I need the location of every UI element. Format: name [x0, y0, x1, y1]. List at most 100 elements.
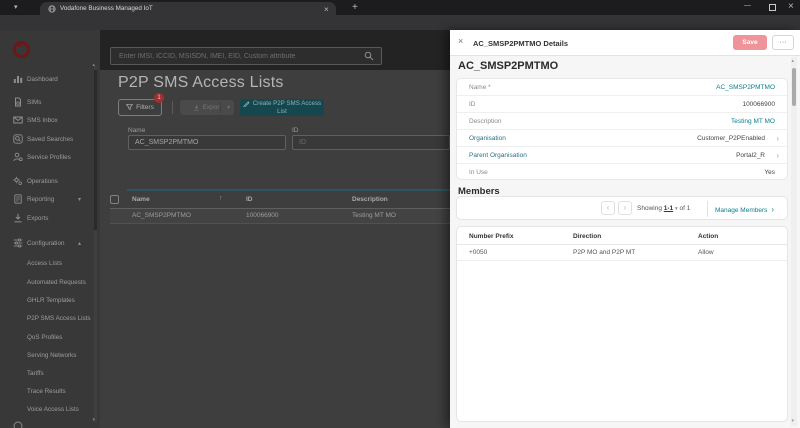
sidebar-scroll-down-icon[interactable]: ▾: [93, 417, 96, 423]
report-doc-icon: [14, 194, 22, 204]
chevron-down-icon: ▾: [226, 105, 230, 111]
field-value-name[interactable]: AC_SMSP2PMTMO: [716, 84, 775, 91]
panel-more-button[interactable]: ···: [772, 35, 794, 50]
page-previous-button[interactable]: ‹: [601, 201, 615, 215]
page-next-button[interactable]: ›: [618, 201, 632, 215]
chevron-right-icon: ›: [771, 205, 775, 214]
sidebar-item-voice-access-lists[interactable]: Voice Access Lists: [0, 403, 94, 417]
sidebar-item-sms-inbox[interactable]: SMS Inbox: [0, 114, 94, 128]
sidebar-item-partial[interactable]: [0, 420, 94, 428]
tab-title: Vodafone Business Managed IoT: [60, 5, 153, 13]
global-search-input[interactable]: [110, 47, 382, 65]
showing-range-dropdown[interactable]: 1-1: [664, 205, 673, 212]
export-button[interactable]: Export ▾: [180, 100, 234, 115]
browser-address-bar: ← ↻ https://iotportal-lob.vodafone.com/I…: [0, 15, 800, 59]
window-minimize-icon[interactable]: —: [744, 2, 751, 9]
showing-text: Showing 1-1 ▾ of 1: [637, 205, 691, 212]
globe-icon: [48, 4, 56, 13]
cell-description: Testing MT MO: [352, 212, 396, 219]
member-cell-action: Allow: [698, 249, 714, 256]
filter-id-label: ID: [292, 127, 299, 134]
chevron-down-icon[interactable]: ▾: [675, 206, 678, 212]
sidebar-scrollbar-thumb[interactable]: [94, 70, 97, 230]
member-header-direction: Direction: [573, 233, 602, 240]
tab-search-chevron-icon[interactable]: ▾: [14, 3, 18, 11]
chevron-right-icon[interactable]: ›: [776, 134, 779, 143]
person-icon: [13, 152, 23, 162]
sidebar-item-trace-results[interactable]: Trace Results: [0, 385, 94, 399]
sidebar-item-configuration[interactable]: Configuration ▴: [0, 237, 94, 251]
toolbar-divider: [707, 201, 708, 217]
sort-ascending-icon[interactable]: ↑: [219, 195, 223, 202]
export-download-icon: [193, 104, 199, 111]
sidebar-item-operations[interactable]: Operations: [0, 175, 94, 189]
pencil-icon: [243, 101, 250, 108]
sidebar-item-exports[interactable]: Exports: [0, 212, 94, 226]
sidebar-item-qos-profiles[interactable]: QoS Profiles: [0, 331, 94, 345]
panel-close-icon[interactable]: ×: [458, 36, 463, 46]
member-row-border: [457, 260, 787, 261]
sidebar-item-p2p-sms-access-lists[interactable]: P2P SMS Access Lists: [0, 312, 94, 326]
create-p2p-sms-access-list-button[interactable]: Create P2P SMS Access List: [240, 99, 324, 116]
field-row-description: Description Testing MT MO: [457, 113, 787, 130]
panel-scroll-down-icon[interactable]: ▾: [792, 418, 795, 424]
field-value-description[interactable]: Testing MT MO: [731, 118, 775, 125]
dashboard-icon: [13, 76, 23, 83]
sliders-icon: [13, 238, 23, 248]
member-header-number-prefix: Number Prefix: [469, 233, 514, 240]
record-heading: AC_SMSP2PMTMO: [458, 60, 559, 72]
gears-icon: [13, 176, 22, 185]
sidebar-item-tariffs[interactable]: Tariffs: [0, 367, 94, 381]
field-row-organisation[interactable]: Organisation Customer_P2PEnabled ›: [457, 130, 787, 147]
table-accent-border: [127, 189, 450, 191]
column-header-id[interactable]: ID: [246, 196, 253, 203]
field-value-organisation: Customer_P2PEnabled: [697, 135, 765, 142]
sidebar-item-automated-requests[interactable]: Automated Requests: [0, 276, 94, 290]
manage-members-link[interactable]: Manage Members ›: [715, 205, 774, 214]
save-button[interactable]: Save: [733, 35, 767, 50]
toolbar-divider: [172, 101, 173, 114]
filter-id-input[interactable]: [292, 135, 450, 150]
new-tab-icon[interactable]: +: [352, 2, 358, 13]
window-maximize-icon[interactable]: [769, 4, 776, 11]
page-title: P2P SMS Access Lists: [118, 74, 284, 91]
browser-tab[interactable]: Vodafone Business Managed IoT ×: [40, 2, 336, 15]
sidebar: Dashboard SIMs SMS Inbox Saved Searches …: [0, 30, 100, 428]
filter-name-input[interactable]: [128, 135, 286, 150]
sidebar-item-reporting[interactable]: Reporting ▾: [0, 193, 94, 207]
chevron-up-icon: ▴: [78, 240, 82, 247]
members-table: Number Prefix Direction Action +0050 P2P…: [456, 226, 788, 422]
column-header-name[interactable]: Name: [132, 196, 150, 203]
panel-scrollbar-track[interactable]: [791, 57, 797, 426]
window-close-icon[interactable]: ×: [788, 1, 794, 12]
sim-icon: [15, 97, 21, 107]
sidebar-item-service-profiles[interactable]: Service Profiles: [0, 151, 94, 165]
sidebar-item-sims[interactable]: SIMs: [0, 96, 94, 110]
field-row-name: Name * AC_SMSP2PMTMO: [457, 79, 787, 96]
panel-scroll-up-icon[interactable]: ▴: [792, 58, 795, 64]
sidebar-item-dashboard[interactable]: Dashboard: [0, 73, 94, 87]
panel-scrollbar-thumb[interactable]: [792, 68, 796, 106]
sidebar-item-access-lists[interactable]: Access Lists: [0, 257, 94, 271]
sidebar-item-saved-searches[interactable]: Saved Searches: [0, 133, 94, 147]
sidebar-item-serving-networks[interactable]: Serving Networks: [0, 349, 94, 363]
field-value-in-use: Yes: [764, 169, 775, 176]
members-toolbar: ‹ › Showing 1-1 ▾ of 1 Manage Members ›: [456, 196, 788, 220]
download-icon: [14, 213, 22, 223]
funnel-icon: [126, 104, 134, 111]
select-all-checkbox[interactable]: [110, 195, 119, 204]
field-row-parent-organisation[interactable]: Parent Organisation Portal2_R ›: [457, 147, 787, 164]
browser-tab-strip: ▾ Vodafone Business Managed IoT × + — ×: [0, 0, 800, 15]
field-row-id: ID 100066900: [457, 96, 787, 113]
tab-close-icon[interactable]: ×: [324, 5, 329, 14]
column-header-description[interactable]: Description: [352, 196, 388, 203]
chevron-right-icon[interactable]: ›: [776, 151, 779, 160]
sidebar-item-ghlr-templates[interactable]: GHLR Templates: [0, 294, 94, 308]
filter-name-label: Name: [128, 127, 146, 134]
search-icon[interactable]: [364, 51, 374, 61]
filters-badge: 1: [154, 93, 164, 103]
field-row-in-use: In Use Yes: [469, 169, 775, 176]
vodafone-logo: [13, 41, 30, 58]
field-value-id: 100066900: [742, 101, 775, 108]
cell-name[interactable]: AC_SMSP2PMTMO: [132, 212, 191, 219]
